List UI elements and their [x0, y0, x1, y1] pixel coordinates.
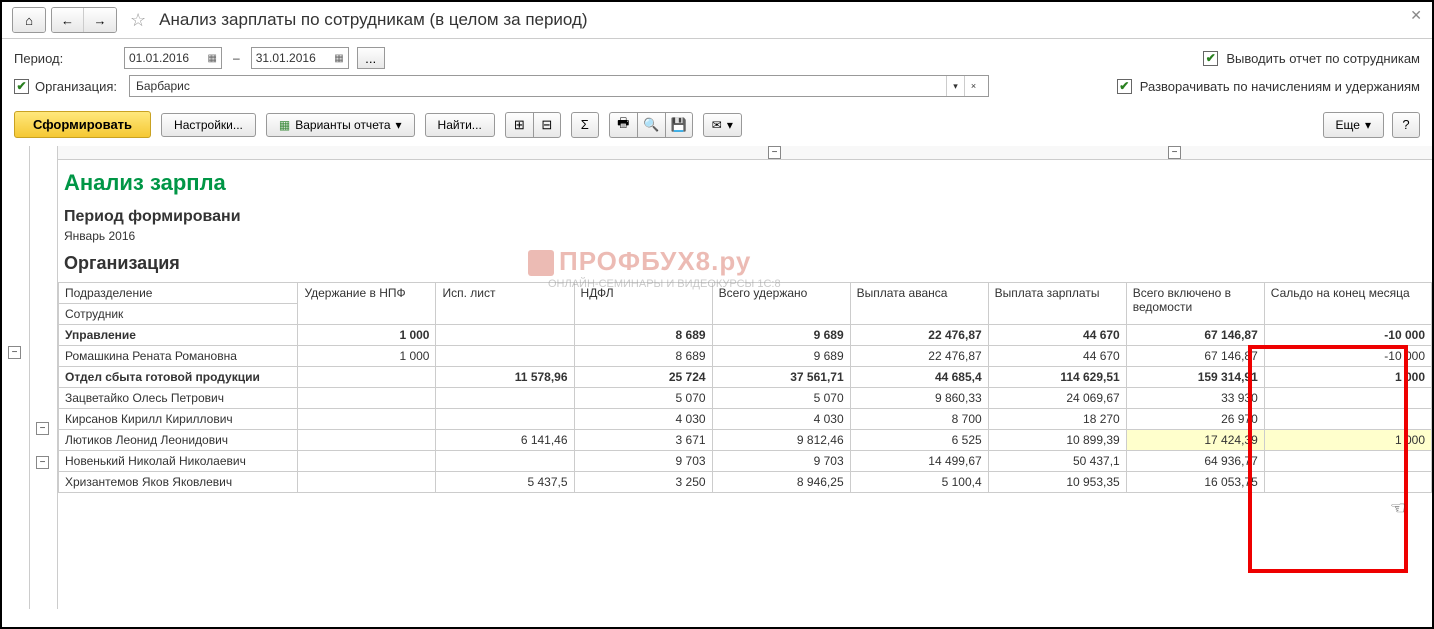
dropdown-icon[interactable]: ▾ — [946, 76, 964, 96]
date-from-input[interactable]: 01.01.2016 ▦ — [124, 47, 222, 69]
label-expand: Разворачивать по начислениям и удержания… — [1140, 79, 1420, 94]
variants-button[interactable]: ▦Варианты отчета▾ — [266, 113, 415, 137]
email-button[interactable]: ✉▾ — [703, 113, 742, 137]
col-npf: Удержание в НПФ — [298, 283, 436, 325]
col-included: Всего включено в ведомости — [1126, 283, 1264, 325]
col-advance: Выплата аванса — [850, 283, 988, 325]
calendar-icon[interactable]: ▦ — [208, 53, 217, 64]
period-label: Период: — [14, 51, 116, 66]
table-row[interactable]: Лютиков Леонид Леонидович6 141,463 6719 … — [59, 430, 1432, 451]
period-picker-button[interactable]: ... — [357, 47, 385, 69]
table-row[interactable]: Хризантемов Яков Яковлевич5 437,53 2508 … — [59, 472, 1432, 493]
date-to-input[interactable]: 31.01.2016 ▦ — [251, 47, 349, 69]
more-button[interactable]: Еще▾ — [1323, 112, 1384, 138]
save-button[interactable]: 💾 — [665, 112, 693, 138]
table-row[interactable]: Кирсанов Кирилл Кириллович4 0304 0308 70… — [59, 409, 1432, 430]
email-icon: ✉ — [712, 118, 722, 132]
sum-button[interactable]: Σ — [571, 112, 599, 138]
label-by-employees: Выводить отчет по сотрудникам — [1226, 51, 1420, 66]
period-value: Январь 2016 — [58, 229, 1432, 243]
chevron-down-icon: ▾ — [727, 118, 733, 132]
calendar-icon[interactable]: ▦ — [334, 53, 343, 64]
chevron-down-icon: ▾ — [396, 118, 402, 132]
help-button[interactable]: ? — [1392, 112, 1420, 138]
collapse-tree-button[interactable]: ⊟ — [533, 112, 561, 138]
settings-button[interactable]: Настройки... — [161, 113, 256, 137]
tree-strip-1: − — [2, 146, 30, 609]
preview-button[interactable]: 🔍 — [637, 112, 665, 138]
table-row[interactable]: Ромашкина Рената Романовна1 0008 6899 68… — [59, 346, 1432, 367]
collapse-toggle[interactable]: − — [36, 456, 49, 469]
table-row[interactable]: Управление1 0008 6899 68922 476,8744 670… — [59, 325, 1432, 346]
ruler-collapse[interactable]: − — [1168, 146, 1181, 159]
checkbox-by-employees[interactable]: ✔ — [1203, 51, 1218, 66]
collapse-toggle[interactable]: − — [8, 346, 21, 359]
col-balance: Сальдо на конец месяца — [1264, 283, 1431, 325]
ruler-collapse[interactable]: − — [768, 146, 781, 159]
find-button[interactable]: Найти... — [425, 113, 495, 137]
collapse-toggle[interactable]: − — [36, 422, 49, 435]
report-table: Подразделение Удержание в НПФ Исп. лист … — [58, 282, 1432, 493]
report-title: Анализ зарпла — [58, 170, 1432, 196]
watermark-sub: ОНЛАЙН-СЕМИНАРЫ И ВИДЕОКУРСЫ 1С:8 — [548, 278, 781, 290]
tree-strip-2: − − — [30, 146, 58, 609]
forward-button[interactable]: → — [84, 8, 116, 32]
favorite-star-icon[interactable]: ☆ — [122, 10, 154, 31]
org-input[interactable]: Барбарис ▾ × — [129, 75, 989, 97]
checkbox-expand[interactable]: ✔ — [1117, 79, 1132, 94]
window-title: Анализ зарплаты по сотрудникам (в целом … — [159, 10, 587, 30]
cursor-icon: ☜ — [1390, 498, 1406, 519]
back-button[interactable]: ← — [52, 8, 84, 32]
chevron-down-icon: ▾ — [1365, 118, 1371, 132]
form-button[interactable]: Сформировать — [14, 111, 151, 138]
col-division: Подразделение — [59, 283, 298, 304]
table-row[interactable]: Новенький Николай Николаевич9 7039 70314… — [59, 451, 1432, 472]
watermark: ПРОФБУХ8.ру — [528, 246, 751, 277]
period-section-label: Период формировани — [58, 208, 1432, 226]
col-employee: Сотрудник — [59, 304, 298, 325]
close-button[interactable]: ✕ — [1410, 7, 1422, 24]
home-button[interactable]: ⌂ — [13, 8, 45, 32]
org-label: Организация: — [35, 79, 121, 94]
expand-tree-button[interactable]: ⊞ — [505, 112, 533, 138]
table-row[interactable]: Зацветайко Олесь Петрович5 0705 0709 860… — [59, 388, 1432, 409]
report-icon: ▦ — [279, 118, 290, 132]
clear-icon[interactable]: × — [964, 76, 982, 96]
table-row[interactable]: Отдел сбыта готовой продукции11 578,9625… — [59, 367, 1432, 388]
print-button[interactable]: 🖶 — [609, 112, 637, 138]
col-salary: Выплата зарплаты — [988, 283, 1126, 325]
checkbox-org[interactable]: ✔ — [14, 79, 29, 94]
ruler: − − — [58, 146, 1432, 160]
